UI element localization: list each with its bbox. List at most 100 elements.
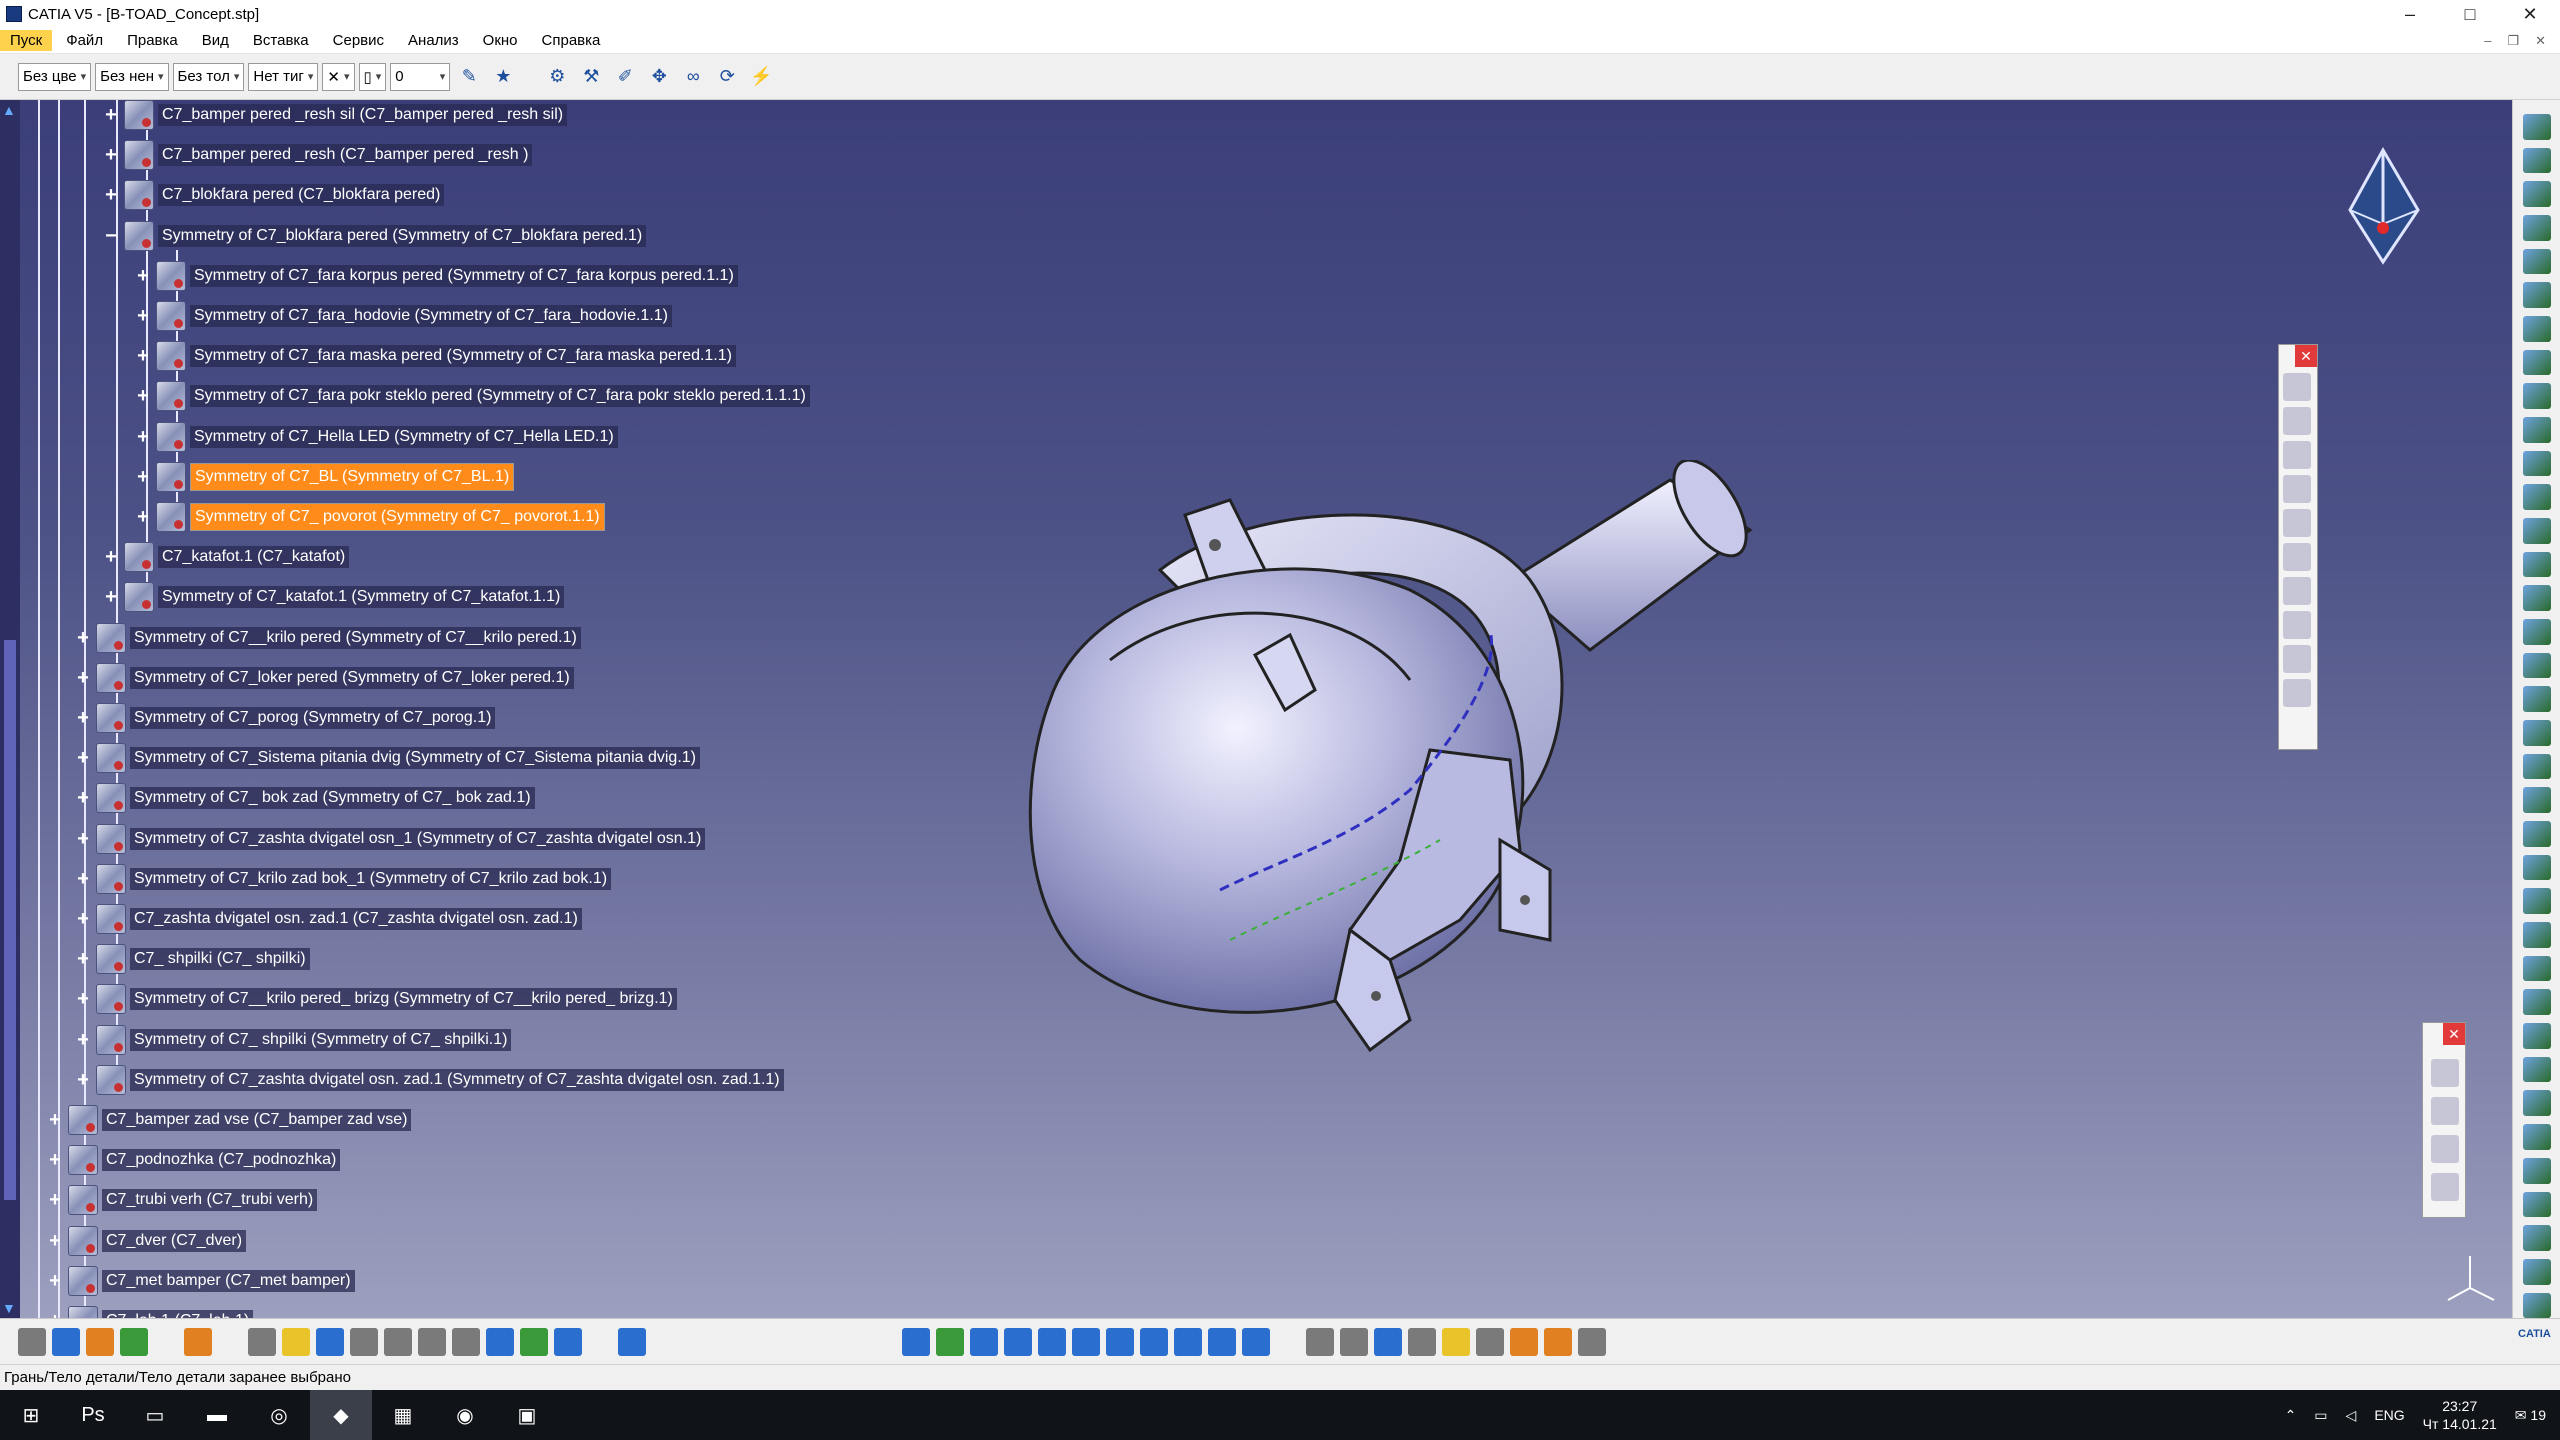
expand-icon[interactable]: + (74, 628, 92, 648)
explode-icon[interactable] (1510, 1327, 1538, 1356)
painter-icon[interactable]: ✎ (454, 62, 484, 92)
workbench-tool-icon[interactable] (2522, 450, 2551, 477)
expand-icon[interactable]: + (74, 909, 92, 929)
tree-node-label[interactable]: C7_bamper pered _resh (C7_bamper pered _… (158, 144, 533, 167)
tree-node[interactable]: + Symmetry of C7_loker pered (Symmetry of… (74, 661, 574, 695)
fit-all-icon[interactable] (936, 1327, 964, 1356)
workbench-tool-icon[interactable] (2522, 551, 2551, 578)
zoom-out-icon[interactable] (1072, 1327, 1100, 1356)
expand-icon[interactable]: + (74, 829, 92, 849)
expand-icon[interactable]: + (134, 507, 152, 527)
view-mode-icon[interactable] (1174, 1327, 1202, 1356)
tree-node[interactable]: + Symmetry of C7_BL (Symmetry of C7_BL.1) (134, 460, 515, 494)
workbench-tool-icon[interactable] (2522, 1056, 2551, 1083)
tree-node[interactable]: + Symmetry of C7_ povorot (Symmetry of C7… (134, 500, 605, 534)
workbench-tool-icon[interactable] (2522, 854, 2551, 881)
link-icon[interactable]: ∞ (678, 62, 708, 92)
rotate-icon[interactable] (1004, 1327, 1032, 1356)
app-icon[interactable]: ▭ (124, 1390, 186, 1440)
expand-icon[interactable]: + (74, 869, 92, 889)
tree-node[interactable]: + C7_podnozhka (C7_podnozhka) (46, 1143, 341, 1177)
tool-icon[interactable] (2283, 577, 2311, 605)
workbench-tool-icon[interactable] (2522, 1191, 2551, 1218)
workbench-tool-icon[interactable] (2522, 652, 2551, 679)
workbench-tool-icon[interactable] (2522, 720, 2551, 746)
volume-icon[interactable]: ◁ (2346, 1407, 2357, 1424)
cut-icon[interactable] (384, 1327, 412, 1356)
workbench-tool-icon[interactable] (2522, 349, 2551, 376)
tree-node-label[interactable]: C7_ shpilki (C7_ shpilki) (130, 948, 310, 971)
tree-node-label[interactable]: Symmetry of C7_fara_hodovie (Symmetry of… (190, 305, 672, 327)
close-icon[interactable]: ✕ (2443, 1023, 2465, 1045)
linetype-select[interactable]: Без нен ▾ (95, 62, 169, 91)
menu-view[interactable]: Вид (192, 30, 239, 51)
refresh-icon[interactable]: ⟳ (712, 62, 742, 92)
expand-icon[interactable]: + (102, 105, 120, 125)
tree-node-label[interactable]: Symmetry of C7_porog (Symmetry of C7_por… (130, 707, 496, 729)
workbench-tool-icon[interactable] (2522, 147, 2551, 174)
tree-node-label[interactable]: Symmetry of C7__krilo pered_ brizg (Symm… (130, 988, 677, 1011)
tree-node[interactable]: + Symmetry of C7__krilo pered_ brizg (Sym… (74, 982, 677, 1016)
view-icon[interactable] (2431, 1059, 2459, 1087)
tree-node[interactable]: + Symmetry of C7_ bok zad (Symmetry of C7… (74, 781, 535, 815)
workbench-tool-icon[interactable] (2522, 484, 2551, 511)
tree-node-label[interactable]: Symmetry of C7_katafot.1 (Symmetry of C7… (158, 586, 565, 609)
tree-node-label[interactable]: Symmetry of C7_BL (Symmetry of C7_BL.1) (190, 462, 515, 491)
expand-icon[interactable]: + (102, 587, 120, 607)
tool-icon[interactable] (2283, 407, 2311, 435)
workbench-tool-icon[interactable] (2522, 1090, 2551, 1117)
clock[interactable]: 23:27 Чт 14.01.21 (2423, 1397, 2497, 1433)
expand-icon[interactable]: + (134, 346, 152, 366)
tool-icon[interactable] (2283, 543, 2311, 571)
tree-node[interactable]: + Symmetry of C7_fara korpus pered (Symme… (134, 259, 738, 293)
expand-icon[interactable]: + (46, 1231, 64, 1251)
minimize-button[interactable]: – (2380, 4, 2440, 25)
expand-icon[interactable]: + (102, 145, 120, 165)
view-icon[interactable] (2431, 1173, 2459, 1201)
workbench-tool-icon[interactable] (2522, 1023, 2551, 1049)
compass-snap-icon[interactable] (1374, 1327, 1402, 1356)
menu-window[interactable]: Окно (473, 30, 528, 51)
tool-icon[interactable] (2283, 441, 2311, 469)
expand-icon[interactable]: + (74, 989, 92, 1009)
expand-icon[interactable]: + (74, 708, 92, 728)
workbench-tool-icon[interactable] (2522, 518, 2551, 544)
scene-icon[interactable] (1544, 1327, 1572, 1356)
paste-icon[interactable] (452, 1327, 480, 1356)
tree-node-label[interactable]: Symmetry of C7_ povorot (Symmetry of C7_… (190, 503, 605, 531)
properties-icon[interactable]: ★ (488, 62, 518, 92)
expand-icon[interactable]: + (74, 788, 92, 808)
language-indicator[interactable]: ENG (2374, 1407, 2404, 1423)
update-all-icon[interactable] (1476, 1327, 1504, 1356)
tree-node-label[interactable]: C7_met bamper (C7_met bamper) (102, 1269, 355, 1292)
workbench-tool-icon[interactable] (2522, 989, 2551, 1016)
tree-node[interactable]: − Symmetry of C7_blokfara pered (Symmetry… (102, 219, 647, 253)
settings-icon[interactable] (1578, 1327, 1606, 1356)
pan-icon[interactable] (970, 1327, 998, 1356)
tree-node[interactable]: + C7_bamper pered _resh (C7_bamper pered … (102, 138, 533, 172)
tree-node[interactable]: + Symmetry of C7_krilo zad bok_1 (Symmetr… (74, 862, 612, 896)
tree-node[interactable]: + Symmetry of C7_Sistema pitania dvig (Sy… (74, 741, 700, 775)
mdi-close-button[interactable]: ✕ (2535, 33, 2546, 49)
layer-icon-select[interactable]: ▯ ▾ (358, 62, 387, 91)
expand-icon[interactable]: + (102, 185, 120, 205)
tree-node-label[interactable]: Symmetry of C7_Sistema pitania dvig (Sym… (130, 747, 700, 770)
workbench-tool-icon[interactable] (2522, 282, 2551, 309)
manipulation-icon[interactable] (1408, 1327, 1436, 1356)
expand-icon[interactable]: + (74, 949, 92, 969)
tree-node-label[interactable]: Symmetry of C7_fara pokr steklo pered (S… (190, 385, 810, 408)
grid-icon[interactable] (184, 1327, 212, 1356)
workbench-tool-icon[interactable] (2522, 383, 2551, 410)
fly-mode-icon[interactable] (902, 1327, 930, 1356)
tree-node[interactable]: + Symmetry of C7_fara maska pered (Symmet… (134, 339, 736, 373)
tool-icon[interactable] (2283, 645, 2311, 673)
tree-node[interactable]: + C7_dver (C7_dver) (46, 1224, 247, 1258)
expand-icon[interactable]: + (74, 1070, 92, 1090)
tree-node[interactable]: + Symmetry of C7_katafot.1 (Symmetry of C… (102, 580, 565, 614)
expand-icon[interactable]: + (46, 1110, 64, 1130)
mechanism-icon[interactable] (1340, 1327, 1368, 1356)
tree-node-label[interactable]: Symmetry of C7_loker pered (Symmetry of … (130, 666, 574, 689)
floating-tools-palette[interactable]: ✕ (2278, 344, 2318, 750)
view-icon[interactable] (2431, 1097, 2459, 1125)
tree-node[interactable]: + C7_bamper pered _resh sil (C7_bamper pe… (102, 98, 568, 132)
